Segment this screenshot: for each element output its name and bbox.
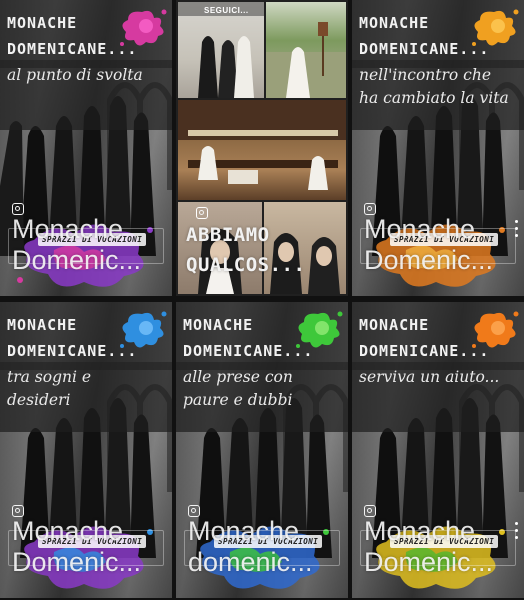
post-subtitle: al punto di svolta: [7, 66, 143, 84]
post-caption: Monache Domenic...: [12, 516, 142, 577]
post-tile-4[interactable]: MONACHE DOMENICANE... tra sogni e deside…: [0, 302, 172, 598]
post-tile-1[interactable]: MONACHE DOMENICANE... al punto di svolta…: [0, 0, 172, 296]
instagram-icon: [196, 207, 208, 219]
photo-nuns-walking: [178, 2, 264, 98]
post-caption: Monache domenic...: [188, 516, 313, 577]
post-tile-3[interactable]: MONACHE DOMENICANE... nell'incontro che …: [352, 0, 524, 296]
more-options-icon[interactable]: [515, 220, 519, 242]
paint-splash-icon: [472, 311, 519, 348]
post-caption: Monache Domenic...: [364, 516, 494, 577]
post-subtitle: serviva un aiuto...: [359, 368, 500, 386]
paint-splash-icon: [472, 9, 519, 46]
post-subtitle: tra sogni e desideri: [7, 368, 92, 409]
photo-garden: [266, 2, 346, 98]
post-tile-6[interactable]: MONACHE DOMENICANE... serviva un aiuto..…: [352, 302, 524, 598]
post-subtitle: nell'incontro che ha cambiato la vita: [359, 66, 509, 107]
paint-splash-icon: [120, 311, 167, 348]
paint-splash-icon: [296, 311, 343, 348]
photo-chapel: [178, 100, 346, 200]
post-subtitle: alle prese con paure e dubbi: [183, 368, 293, 409]
more-options-icon[interactable]: [515, 522, 519, 544]
post-tile-5[interactable]: MONACHE DOMENICANE... alle prese con pau…: [176, 302, 348, 598]
paint-splash-icon: [120, 9, 167, 46]
follow-label: SEGUICI...: [204, 6, 249, 15]
post-caption: Monache Domenic...: [12, 214, 142, 275]
post-caption: ABBIAMO QUALCOS...: [186, 224, 306, 276]
post-caption: Monache Domenic...: [364, 214, 494, 275]
post-tile-2[interactable]: SEGUICI... ABBIAMO QUALCOS...: [176, 0, 348, 296]
post-grid: MONACHE DOMENICANE... al punto di svolta…: [0, 0, 524, 600]
